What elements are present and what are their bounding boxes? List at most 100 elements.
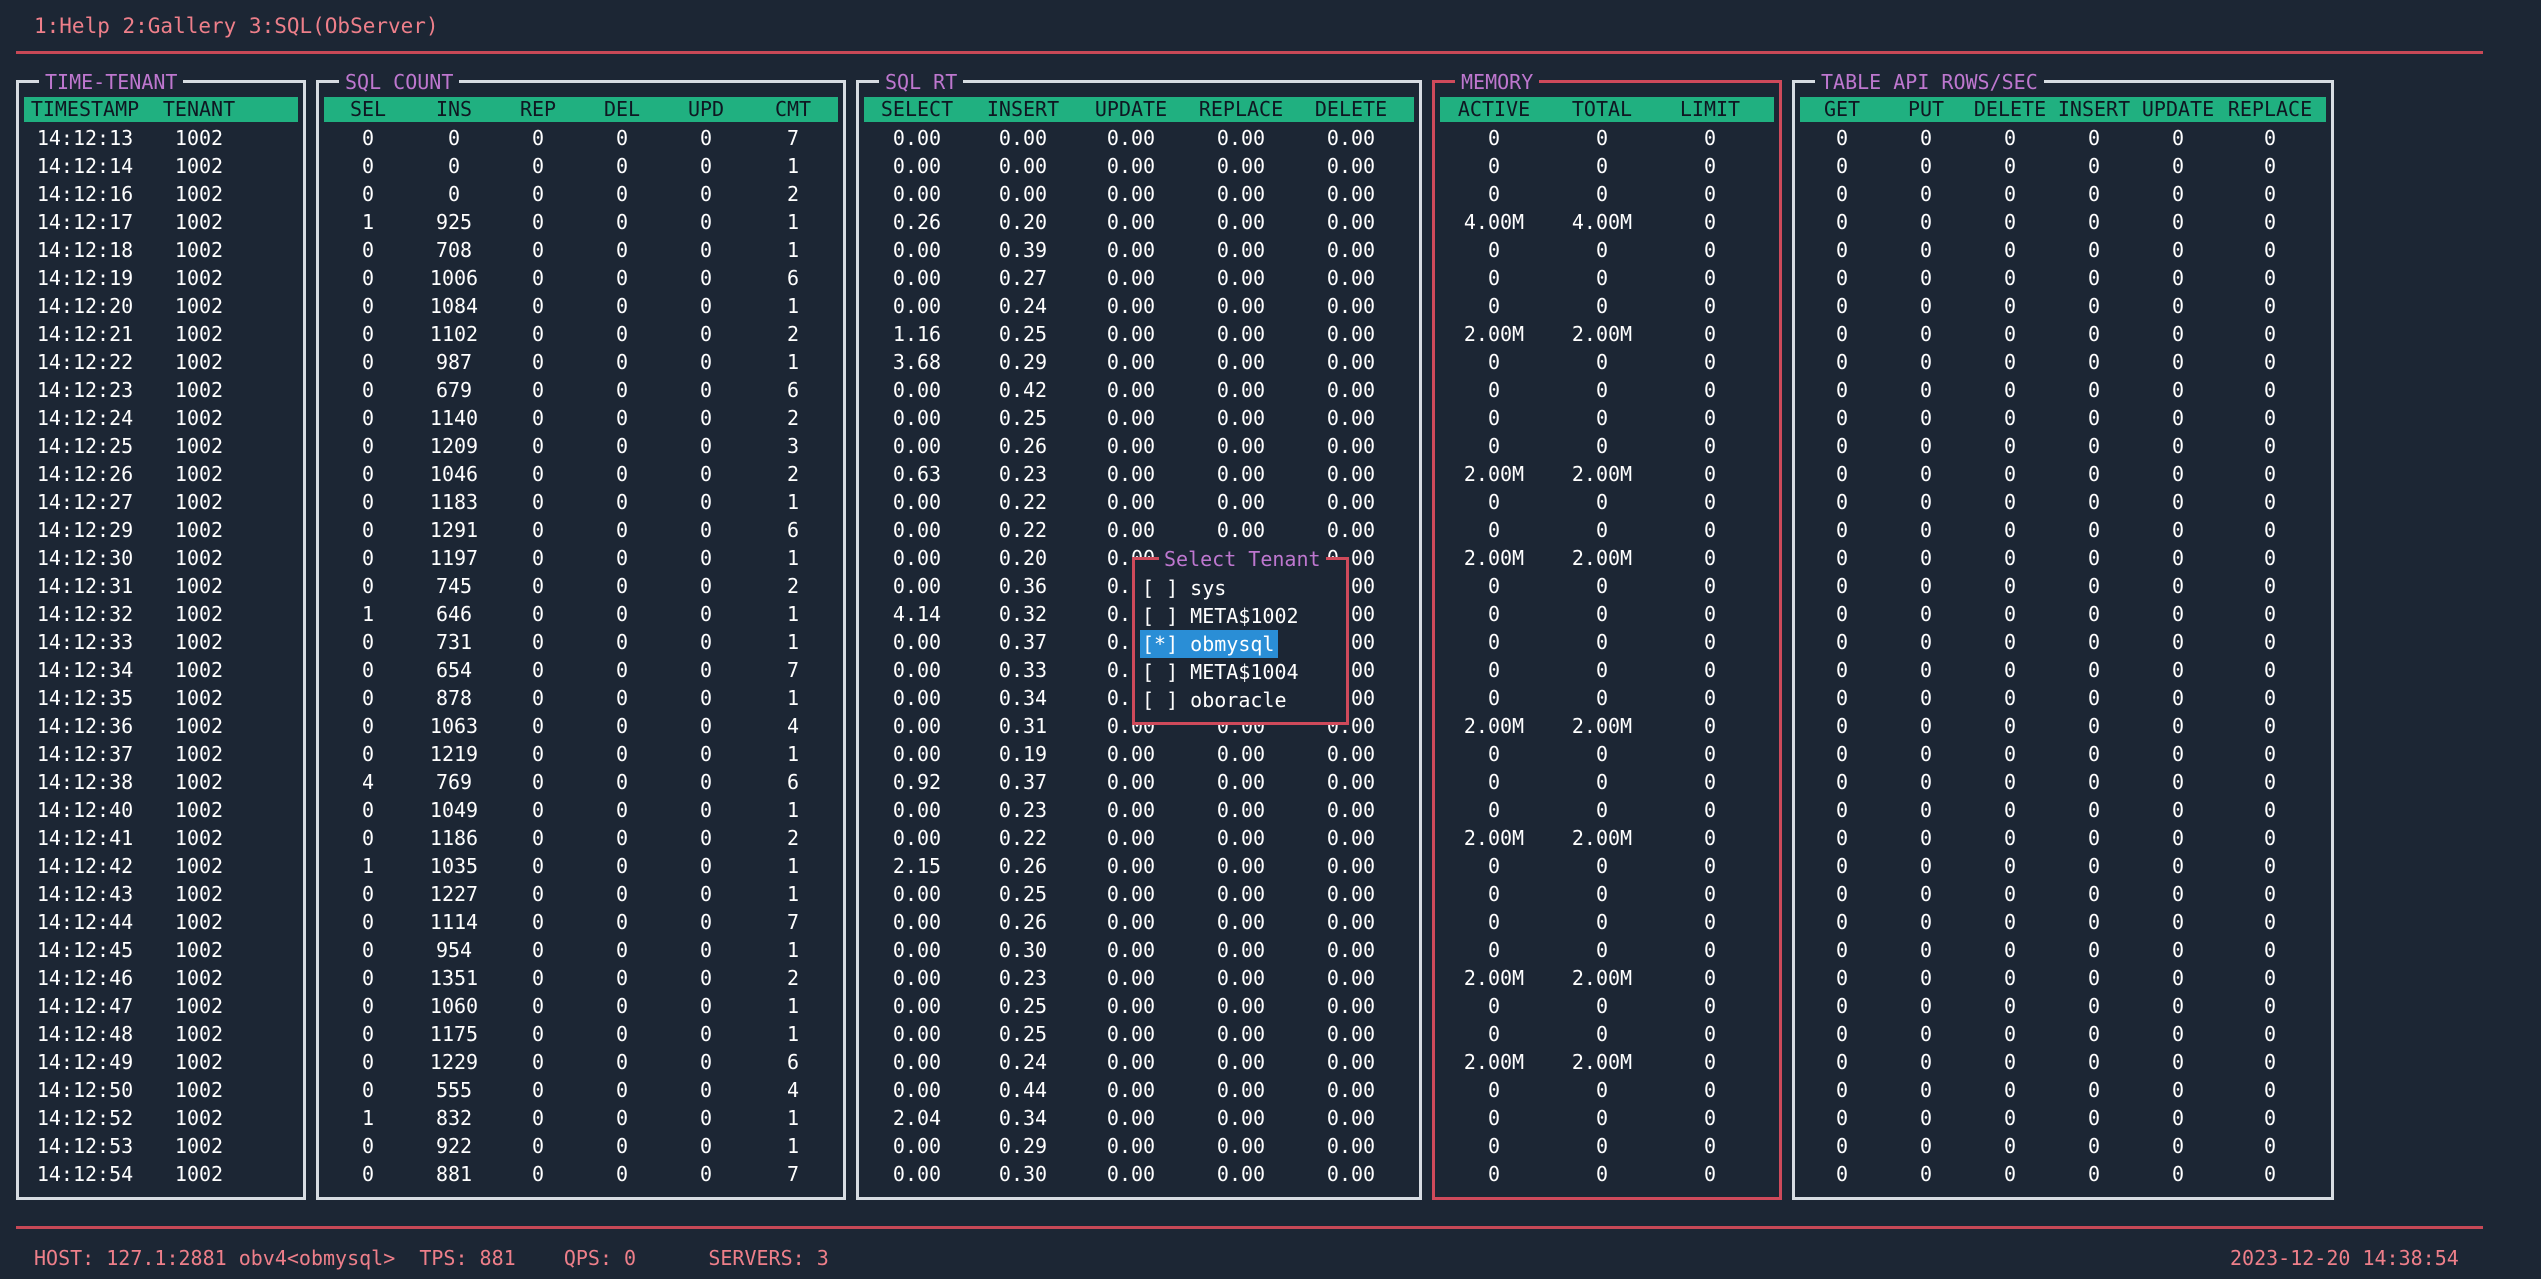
table-row: 2.00M 2.00M 0	[1440, 1048, 1774, 1076]
select-tenant-dialog[interactable]: Select Tenant [ ] sys[ ] META$1002 [*] ob…	[1132, 546, 1349, 725]
table-row: 0.00 0.25 0.00 0.00 0.00	[864, 880, 1414, 908]
table-cell: 1002	[174, 546, 224, 570]
table-cell: 0.00	[1106, 1022, 1156, 1046]
table-cell: 0.00	[1326, 322, 1376, 346]
table-cell: 0	[1595, 266, 1609, 290]
tenant-option[interactable]: [ ] META$1002	[1140, 602, 1303, 630]
table-cell: 0.00	[892, 630, 942, 654]
table-cell: 0.00	[892, 126, 942, 150]
table-cell: 0	[615, 966, 629, 990]
table-cell: 1	[786, 490, 800, 514]
table-cell: 1	[786, 1134, 800, 1158]
table-cell: 1227	[429, 882, 479, 906]
table-row: 2.00M 2.00M 0	[1440, 460, 1774, 488]
table-cell: 0	[615, 406, 629, 430]
table-cell: 0	[2087, 490, 2101, 514]
table-row: 0 0 0 0 0 0	[1800, 656, 2326, 684]
table-cell: 1002	[174, 322, 224, 346]
table-cell: 1002	[174, 1162, 224, 1186]
table-cell: 0	[1919, 686, 1933, 710]
table-cell: 0	[615, 714, 629, 738]
table-cell: 0	[2171, 1050, 2185, 1074]
table-cell: 0	[2171, 266, 2185, 290]
table-row: 0.00 0.22 0.00 0.00 0.00	[864, 488, 1414, 516]
table-cell: 0	[615, 574, 629, 598]
table-cell: 0	[615, 378, 629, 402]
table-cell: 0	[361, 1078, 375, 1102]
table-cell: 0	[1919, 546, 1933, 570]
table-row: 0 954 0 0 0 1	[324, 936, 838, 964]
table-cell: 0	[531, 910, 545, 934]
table-cell: 0	[1919, 714, 1933, 738]
table-cell: 0	[615, 462, 629, 486]
table-cell: 0.00	[1326, 938, 1376, 962]
table-row: 0 555 0 0 0 4	[324, 1076, 838, 1104]
table-cell: 1	[786, 994, 800, 1018]
table-cell: 0.00	[1216, 1078, 1266, 1102]
table-cell: 0	[447, 182, 461, 206]
table-cell: 925	[435, 210, 473, 234]
table-cell: 1	[786, 854, 800, 878]
table-cell: 0	[615, 1162, 629, 1186]
table-cell: 0	[1487, 882, 1501, 906]
table-cell: 0	[615, 630, 629, 654]
table-row: 0 731 0 0 0 1	[324, 628, 838, 656]
table-cell: 0	[2087, 742, 2101, 766]
table-cell: 0	[1703, 966, 1717, 990]
table-row: 0.00 0.39 0.00 0.00 0.00	[864, 236, 1414, 264]
table-cell: 0.22	[998, 518, 1048, 542]
table-cell: 0	[1595, 518, 1609, 542]
table-cell: 0.22	[998, 490, 1048, 514]
table-cell: 0	[1835, 1078, 1849, 1102]
table-cell: 0	[2171, 910, 2185, 934]
table-cell: 0.00	[1326, 126, 1376, 150]
table-cell: 3.68	[892, 350, 942, 374]
table-cell: 0	[361, 378, 375, 402]
tenant-option[interactable]: [*] obmysql	[1140, 630, 1279, 658]
table-cell: 0	[1919, 966, 1933, 990]
table-cell: 0	[699, 518, 713, 542]
table-cell: 14:12:38	[36, 770, 134, 794]
table-cell: 14:12:16	[36, 182, 134, 206]
table-row: 1 1035 0 0 0 1	[324, 852, 838, 880]
table-row: 0 1114 0 0 0 7	[324, 908, 838, 936]
table-row: 0 0 0	[1440, 852, 1774, 880]
table-cell: 0	[2263, 602, 2277, 626]
tenant-option[interactable]: [ ] sys	[1140, 574, 1230, 602]
table-cell: 0	[1919, 182, 1933, 206]
table-cell: 0.00	[1106, 882, 1156, 906]
table-cell: 1	[786, 938, 800, 962]
tenant-option[interactable]: [ ] oboracle	[1140, 686, 1291, 714]
qps-value: QPS: 0	[563, 1246, 637, 1270]
table-cell: 0	[2171, 602, 2185, 626]
table-cell: 1002	[174, 994, 224, 1018]
tenant-option[interactable]: [ ] META$1004	[1140, 658, 1303, 686]
table-cell: 0	[1919, 434, 1933, 458]
table-cell: 0	[2171, 994, 2185, 1018]
table-cell: 0	[1487, 238, 1501, 262]
table-row: 0 0 0	[1440, 908, 1774, 936]
table-cell: 1002	[174, 126, 224, 150]
menu-bar[interactable]: 1:Help 2:Gallery 3:SQL(ObServer)	[34, 12, 439, 40]
table-cell: 0	[2003, 1134, 2017, 1158]
table-row: 14:12:35 1002	[24, 684, 298, 712]
table-cell: 0	[699, 322, 713, 346]
table-cell: 2.00M	[1463, 322, 1525, 346]
table-cell: 0	[1919, 798, 1933, 822]
table-row: 0.92 0.37 0.00 0.00 0.00	[864, 768, 1414, 796]
table-cell: 0	[1703, 546, 1717, 570]
table-cell: 0	[699, 462, 713, 486]
table-row: 0 0 0 0 0 0	[1800, 124, 2326, 152]
table-cell: 0.00	[1326, 966, 1376, 990]
table-cell: 0	[615, 910, 629, 934]
table-cell: 0	[1835, 1106, 1849, 1130]
table-cell: 0	[1703, 994, 1717, 1018]
table-cell: 0	[615, 742, 629, 766]
table-cell: 2.00M	[1571, 714, 1633, 738]
table-row: 14:12:27 1002	[24, 488, 298, 516]
table-cell: 0	[1487, 630, 1501, 654]
table-cell: 0	[2263, 210, 2277, 234]
table-cell: 0.00	[1216, 994, 1266, 1018]
tenant-list[interactable]: [ ] sys[ ] META$1002 [*] obmysql[ ] META$…	[1140, 574, 1303, 714]
table-cell: 0	[531, 602, 545, 626]
